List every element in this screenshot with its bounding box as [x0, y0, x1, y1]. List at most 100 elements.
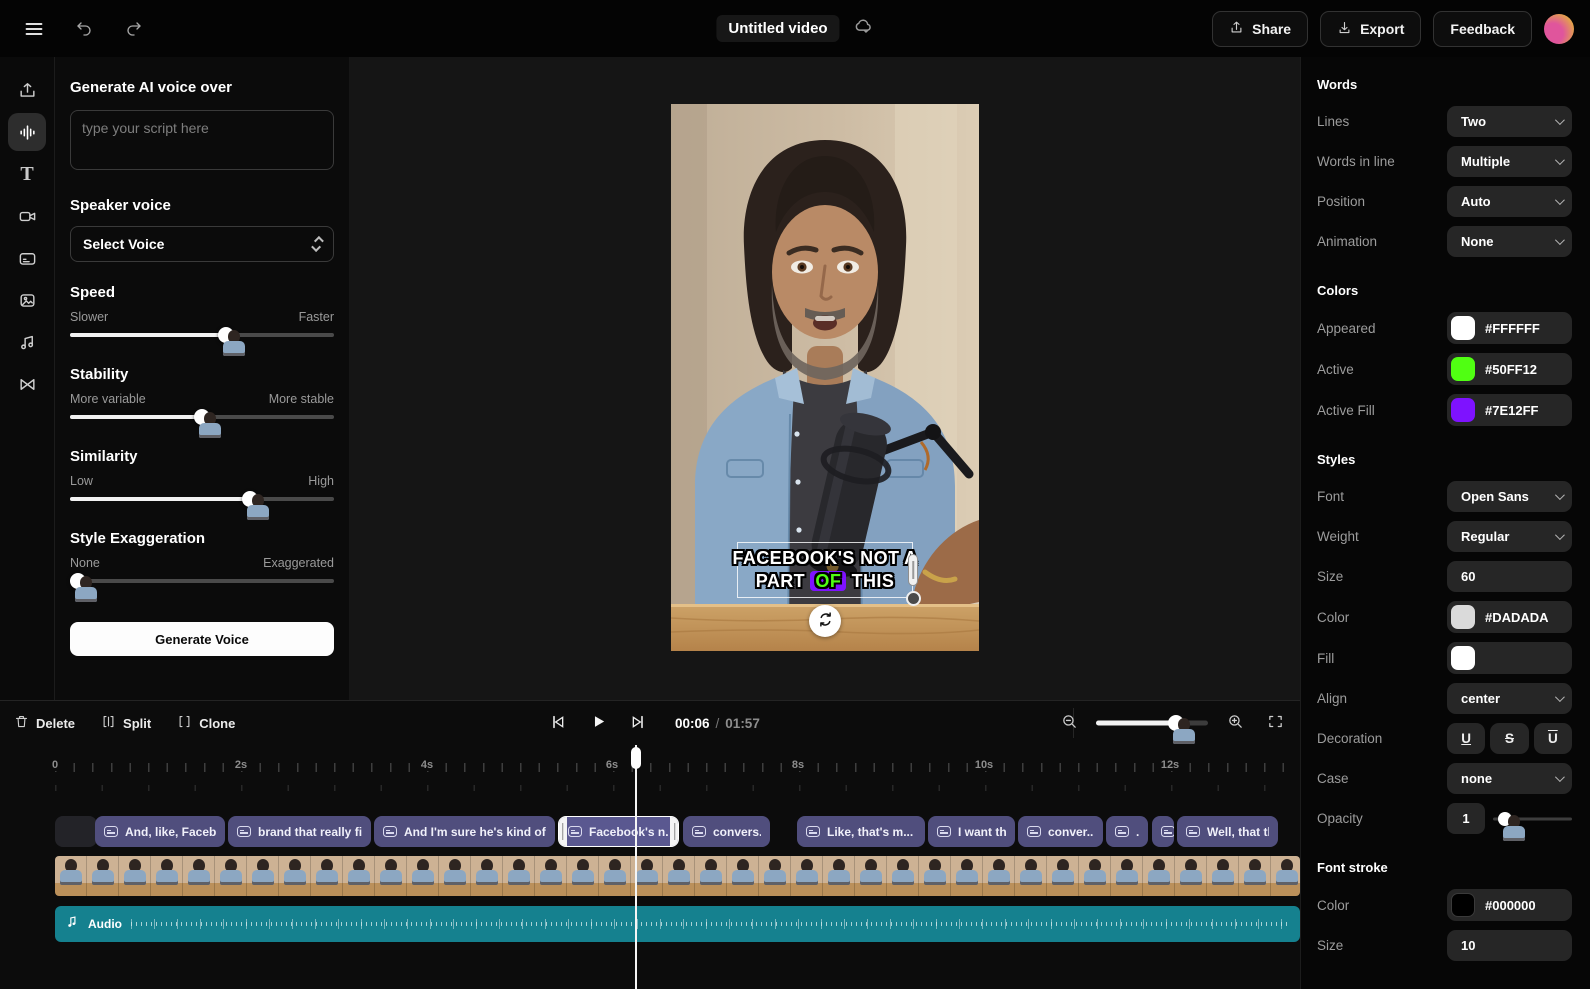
video-thumbnail[interactable] [247, 856, 279, 896]
lines-dropdown[interactable]: Two [1447, 106, 1572, 137]
video-thumbnail[interactable] [535, 856, 567, 896]
menu-button[interactable] [18, 13, 50, 45]
rail-ai-voice-button[interactable] [8, 113, 46, 151]
skip-forward-button[interactable] [625, 710, 651, 736]
video-thumbnail[interactable] [855, 856, 887, 896]
fill-color-picker[interactable] [1447, 642, 1572, 674]
font-color-picker[interactable]: #DADADA [1447, 601, 1572, 633]
timeline-ruler[interactable]: 02s4s6s8s10s12s [0, 745, 1300, 795]
video-thumbnail[interactable] [1271, 856, 1300, 896]
rail-image-button[interactable] [8, 281, 46, 319]
video-thumbnail[interactable] [407, 856, 439, 896]
zoom-out-button[interactable] [1056, 710, 1082, 736]
timeline-clip[interactable]: Well, that th... [1177, 816, 1278, 847]
video-thumbnail[interactable] [343, 856, 375, 896]
rail-upload-button[interactable] [8, 71, 46, 109]
video-thumbnail[interactable] [471, 856, 503, 896]
video-thumbnail[interactable] [1111, 856, 1143, 896]
weight-dropdown[interactable]: Regular [1447, 521, 1572, 552]
video-thumbnail[interactable] [983, 856, 1015, 896]
video-thumbnail[interactable] [759, 856, 791, 896]
timeline-clip[interactable]: convers... [683, 816, 770, 847]
video-thumbnail[interactable] [695, 856, 727, 896]
rail-captions-button[interactable] [8, 239, 46, 277]
audio-track[interactable]: Audio [55, 906, 1300, 942]
timeline-clip[interactable] [55, 816, 97, 847]
playhead[interactable] [635, 745, 637, 989]
timeline-clip[interactable]: conver... [1018, 816, 1103, 847]
caption-resize-handle[interactable] [908, 554, 918, 586]
rail-transitions-button[interactable] [8, 365, 46, 403]
stability-slider[interactable] [70, 408, 334, 426]
stroke-color-picker[interactable]: #000000 [1447, 889, 1572, 921]
video-thumbnail[interactable] [887, 856, 919, 896]
play-button[interactable] [585, 710, 611, 736]
split-button[interactable]: Split [101, 714, 151, 732]
strikethrough-button[interactable]: S [1490, 723, 1528, 754]
timeline-clip[interactable]: Facebook's n... [558, 816, 679, 847]
video-thumbnail[interactable] [823, 856, 855, 896]
position-dropdown[interactable]: Auto [1447, 186, 1572, 217]
video-thumbnail[interactable] [87, 856, 119, 896]
feedback-button[interactable]: Feedback [1433, 11, 1532, 47]
video-thumbnail[interactable] [951, 856, 983, 896]
rail-music-button[interactable] [8, 323, 46, 361]
redo-button[interactable] [118, 13, 150, 45]
style-exaggeration-slider[interactable] [70, 572, 334, 590]
video-thumbnail[interactable] [119, 856, 151, 896]
video-thumbnail[interactable] [311, 856, 343, 896]
voice-select[interactable]: Select Voice [70, 226, 334, 262]
video-thumbnail[interactable] [1015, 856, 1047, 896]
case-dropdown[interactable]: none [1447, 763, 1572, 794]
timeline-clip[interactable]: ... [1106, 816, 1148, 847]
underline-button[interactable]: U [1447, 723, 1485, 754]
timeline-clip[interactable]: Like, that's m... [797, 816, 925, 847]
caption-selection-box[interactable]: FACEBOOK'S NOT A PART OF THIS [737, 542, 913, 598]
video-thumbnail[interactable] [279, 856, 311, 896]
timeline-clip[interactable]: And, like, Faceb... [95, 816, 225, 847]
video-thumbnail[interactable] [663, 856, 695, 896]
similarity-slider[interactable] [70, 490, 334, 508]
timeline-clip[interactable]: I want that... [928, 816, 1015, 847]
undo-button[interactable] [68, 13, 100, 45]
speed-slider[interactable] [70, 326, 334, 344]
generate-voice-button[interactable]: Generate Voice [70, 622, 334, 656]
video-thumbnail[interactable] [599, 856, 631, 896]
video-thumbnail[interactable] [1239, 856, 1271, 896]
video-track[interactable] [55, 856, 1300, 896]
video-thumbnail[interactable] [1175, 856, 1207, 896]
fit-timeline-button[interactable] [1262, 710, 1288, 736]
video-thumbnail[interactable] [1079, 856, 1111, 896]
video-thumbnail[interactable] [1207, 856, 1239, 896]
trim-handle-right[interactable] [670, 816, 679, 847]
project-title[interactable]: Untitled video [716, 15, 839, 42]
timeline-clip[interactable]: brand that really fi... [228, 816, 371, 847]
zoom-in-button[interactable] [1222, 710, 1248, 736]
rail-video-button[interactable] [8, 197, 46, 235]
avatar[interactable] [1544, 14, 1574, 44]
video-thumbnail[interactable] [439, 856, 471, 896]
rotate-video-button[interactable] [809, 605, 841, 637]
font-dropdown[interactable]: Open Sans [1447, 481, 1572, 512]
script-input[interactable] [70, 110, 334, 170]
timeline-clip[interactable] [1152, 816, 1174, 847]
overline-button[interactable]: U [1534, 723, 1572, 754]
share-button[interactable]: Share [1212, 11, 1308, 47]
video-thumbnail[interactable] [151, 856, 183, 896]
trim-handle-left[interactable] [558, 816, 567, 847]
video-thumbnail[interactable] [1143, 856, 1175, 896]
delete-button[interactable]: Delete [14, 714, 75, 732]
video-thumbnail[interactable] [727, 856, 759, 896]
opacity-slider[interactable] [1493, 811, 1572, 827]
words-in-line-dropdown[interactable]: Multiple [1447, 146, 1572, 177]
video-thumbnail[interactable] [55, 856, 87, 896]
rail-text-button[interactable]: T [8, 155, 46, 193]
video-thumbnail[interactable] [1047, 856, 1079, 896]
video-thumbnail[interactable] [791, 856, 823, 896]
caption-scale-handle[interactable] [906, 591, 921, 606]
skip-back-button[interactable] [545, 710, 571, 736]
timeline-clip[interactable]: And I'm sure he's kind of l... [374, 816, 555, 847]
stroke-size-input[interactable] [1447, 930, 1572, 961]
timeline-zoom-slider[interactable] [1096, 715, 1208, 731]
export-button[interactable]: Export [1320, 11, 1421, 47]
